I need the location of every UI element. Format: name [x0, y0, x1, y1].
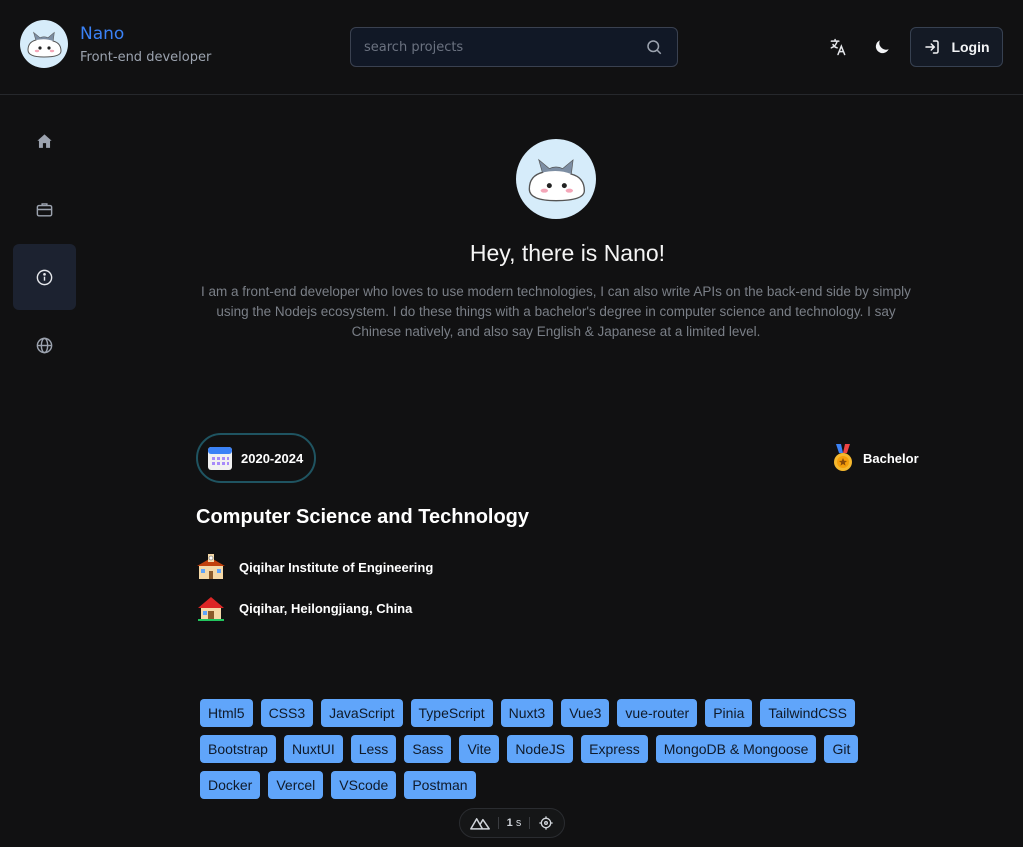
skill-tag: Postman — [404, 771, 476, 799]
skills-list: Html5 CSS3 JavaScript TypeScript Nuxt3 V… — [200, 699, 880, 799]
calendar-icon — [208, 447, 232, 470]
moon-icon — [875, 40, 889, 54]
skill-tag: TypeScript — [410, 699, 493, 727]
profile-avatar — [516, 139, 596, 219]
site-subtitle: Front-end developer — [80, 50, 212, 65]
crosshair-icon[interactable] — [538, 815, 554, 831]
education-period: 2020-2024 — [241, 450, 304, 466]
school-row: Qiqihar Institute of Engineering — [196, 552, 433, 582]
degree-label: Bachelor — [863, 450, 919, 466]
skill-tag: Sass — [404, 735, 452, 763]
translate-icon — [830, 38, 846, 56]
skill-tag: Git — [824, 735, 859, 763]
school-icon — [197, 554, 225, 579]
sidebar-item-web[interactable] — [13, 312, 76, 378]
skill-tag: Less — [350, 735, 397, 763]
render-time-unit: s — [515, 817, 522, 829]
theme-toggle[interactable] — [870, 35, 894, 59]
login-icon — [925, 40, 940, 54]
skill-tag: Vite — [459, 735, 500, 763]
skill-tag: Html5 — [200, 699, 253, 727]
render-time: 1 s — [507, 817, 522, 829]
skill-tag: TailwindCSS — [760, 699, 855, 727]
medal-icon — [834, 444, 852, 471]
degree-badge: Bachelor — [832, 444, 919, 472]
skill-tag: Vercel — [268, 771, 324, 799]
skill-tag: Nuxt3 — [500, 699, 554, 727]
skill-tag: NodeJS — [507, 735, 574, 763]
sidebar-item-projects[interactable] — [13, 176, 76, 242]
skill-tag: NuxtUI — [283, 735, 343, 763]
divider — [529, 817, 531, 829]
skill-tag: vue-router — [617, 699, 698, 727]
skill-tag: CSS3 — [260, 699, 314, 727]
login-label: Login — [951, 39, 990, 55]
page-title: Hey, there is Nano! — [469, 240, 666, 266]
house-icon — [198, 597, 224, 621]
education-period-badge: 2020-2024 — [196, 433, 316, 483]
globe-icon — [36, 337, 53, 353]
skill-tag: Bootstrap — [200, 735, 276, 763]
home-icon — [37, 133, 52, 148]
site-name[interactable]: Nano — [80, 24, 124, 44]
skill-tag: MongoDB & Mongoose — [655, 735, 817, 763]
location-row: Qiqihar, Heilongjiang, China — [196, 593, 412, 623]
location-text: Qiqihar, Heilongjiang, China — [239, 600, 413, 616]
search-placeholder: search projects — [364, 40, 464, 55]
search-input[interactable]: search projects — [350, 27, 678, 67]
major-title: Computer Science and Technology — [196, 506, 530, 528]
login-button[interactable]: Login — [910, 27, 1003, 67]
bio-text: I am a front-end developer who loves to … — [201, 284, 911, 339]
briefcase-icon — [36, 202, 53, 217]
skill-tag: Vue3 — [561, 699, 610, 727]
render-time-value: 1 — [506, 817, 513, 829]
divider — [497, 817, 499, 829]
nuxt-logo-icon[interactable] — [470, 816, 490, 830]
skill-tag: VScode — [331, 771, 397, 799]
skill-tag: JavaScript — [321, 699, 403, 727]
language-button[interactable] — [826, 35, 850, 59]
avatar[interactable] — [20, 20, 68, 68]
skill-tag: Express — [581, 735, 648, 763]
top-header: Nano Front-end developer search projects… — [0, 0, 1023, 95]
search-icon[interactable] — [645, 38, 663, 56]
school-name: Qiqihar Institute of Engineering — [239, 559, 434, 575]
info-icon — [36, 269, 53, 285]
skill-tag: Docker — [200, 771, 261, 799]
skill-tag: Pinia — [705, 699, 753, 727]
sidebar-item-home[interactable] — [13, 108, 76, 174]
nuxt-devtools-bar[interactable]: 1 s — [459, 808, 565, 838]
